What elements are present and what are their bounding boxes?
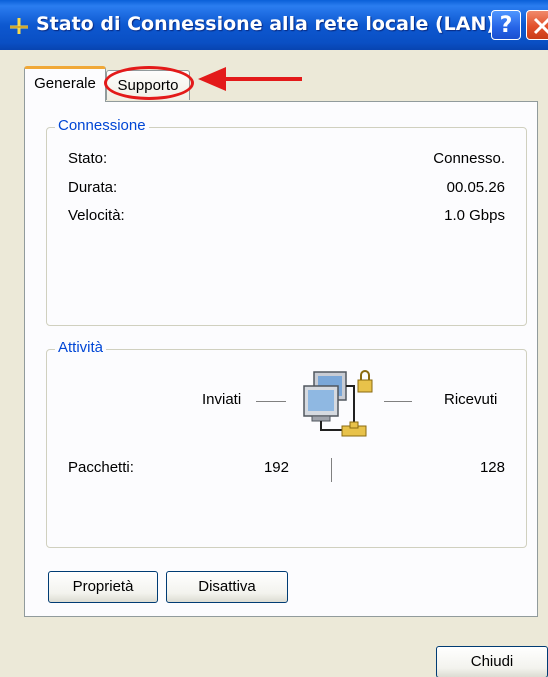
connection-group-label: Connessione	[55, 117, 149, 135]
received-divider	[384, 401, 412, 402]
window-title: Stato di Connessione alla rete locale (L…	[36, 13, 496, 35]
arrow-annotation-icon	[198, 67, 302, 91]
speed-value: 1.0 Gbps	[444, 207, 505, 224]
highlight-ellipse	[104, 66, 194, 100]
status-label: Stato:	[68, 150, 108, 167]
duration-value: 00.05.26	[446, 179, 505, 196]
connection-status-dialog: Stato di Connessione alla rete locale (L…	[0, 0, 548, 677]
packets-divider	[331, 458, 332, 482]
duration-label: Durata:	[68, 179, 118, 196]
packets-received-value: 128	[479, 459, 505, 476]
tab-generale[interactable]: Generale	[24, 66, 106, 102]
close-icon	[533, 17, 548, 35]
network-activity-icon	[303, 370, 373, 437]
properties-button[interactable]: Proprietà	[48, 571, 158, 603]
received-label: Ricevuti	[444, 391, 498, 408]
disable-button[interactable]: Disattiva	[166, 571, 288, 603]
activity-group-label: Attività	[55, 339, 107, 357]
packets-label: Pacchetti:	[68, 459, 134, 476]
close-window-button[interactable]	[526, 10, 548, 40]
sent-label: Inviati	[202, 391, 242, 408]
sent-divider	[256, 401, 286, 402]
speed-label: Velocità:	[68, 207, 125, 224]
close-button[interactable]: Chiudi	[436, 646, 548, 677]
title-bar[interactable]: Stato di Connessione alla rete locale (L…	[0, 0, 548, 50]
help-button[interactable]: ?	[491, 10, 521, 40]
network-connection-icon	[10, 18, 28, 34]
activity-groupbox	[46, 349, 527, 548]
packets-sent-value: 192	[263, 459, 289, 476]
status-value: Connesso.	[433, 150, 505, 167]
